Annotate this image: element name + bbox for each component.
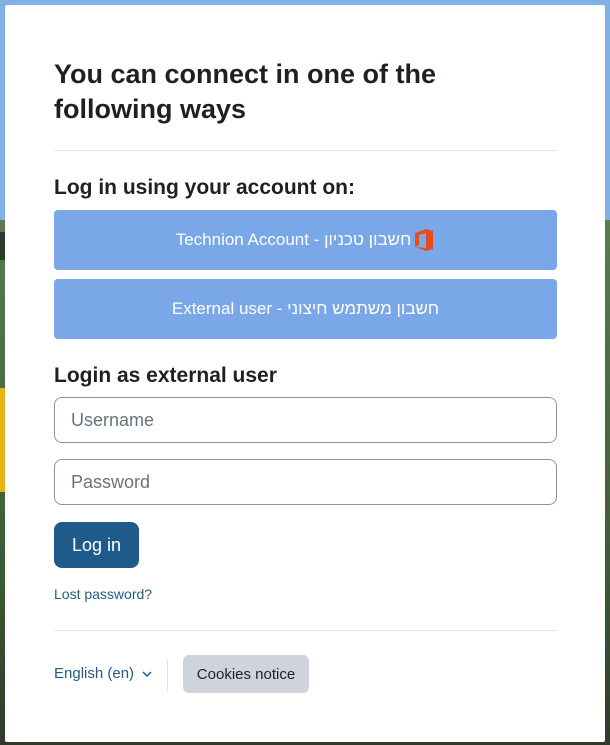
external-user-button[interactable]: External user - חשבון משתמש חיצוני — [54, 279, 557, 339]
identity-providers-heading: Log in using your account on: — [54, 176, 355, 199]
page-title: You can connect in one of the following … — [54, 59, 437, 124]
external-user-label: External user - חשבון משתמש חיצוני — [171, 299, 440, 318]
login-button[interactable]: Log in — [54, 522, 139, 568]
cookies-notice-button[interactable]: Cookies notice — [183, 655, 309, 693]
technion-account-button[interactable]: Technion Account - חשבון טכניון — [54, 210, 557, 270]
language-selector[interactable]: English (en) — [54, 665, 152, 682]
divider — [54, 150, 557, 151]
office-icon — [413, 228, 435, 252]
lost-password-link[interactable]: Lost password? — [54, 586, 152, 602]
divider — [54, 630, 557, 631]
password-input[interactable] — [54, 459, 557, 505]
chevron-down-icon — [142, 665, 152, 682]
footer-separator — [167, 659, 168, 691]
external-login-heading: Login as external user — [54, 364, 277, 387]
technion-account-label: Technion Account - חשבון טכניון — [175, 230, 412, 249]
language-label: English (en) — [54, 665, 135, 682]
username-input[interactable] — [54, 397, 557, 443]
login-card: You can connect in one of the following … — [5, 5, 605, 742]
